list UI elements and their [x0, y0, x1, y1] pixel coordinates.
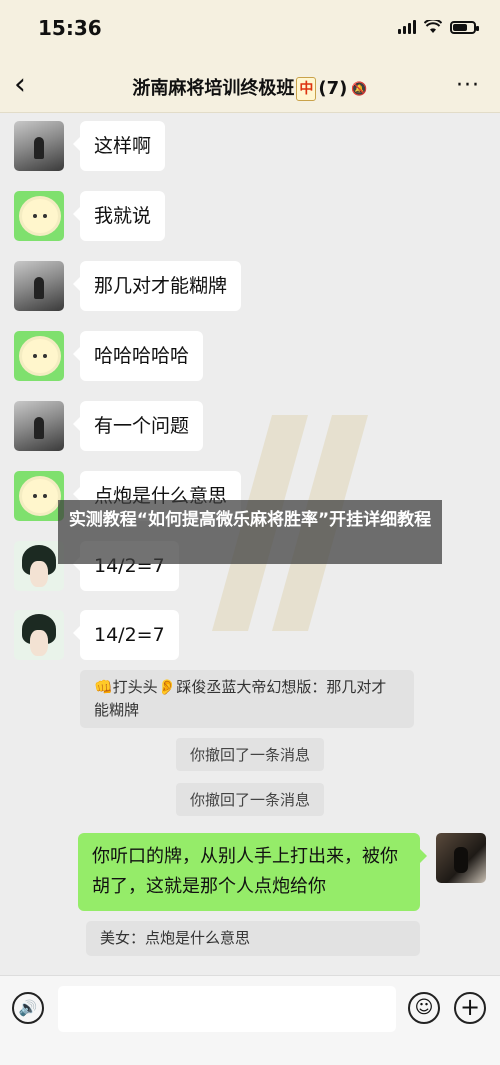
message-row: 有一个问题: [14, 401, 204, 451]
chat-title: 浙南麻将培训终极班中 (7) 🔕: [0, 74, 500, 101]
overlay-banner: 实测教程“如何提高微乐麻将胜率”开挂详细教程: [58, 500, 442, 564]
system-notice: 你撤回了一条消息: [0, 738, 500, 771]
message-row: 这样啊: [14, 121, 166, 171]
member-count: (7): [318, 78, 348, 99]
avatar[interactable]: [14, 541, 64, 591]
voice-icon[interactable]: 🔊: [12, 992, 44, 1024]
avatar[interactable]: [14, 471, 64, 521]
wifi-icon: [424, 20, 442, 33]
self-message-row: 你听口的牌，从别人手上打出来，被你胡了，这就是那个人点炮给你: [78, 833, 486, 911]
quoted-message[interactable]: 美女：点炮是什么意思: [86, 921, 420, 956]
group-name: 浙南麻将培训终极班: [132, 78, 295, 99]
status-bar: 15:36: [0, 0, 500, 60]
more-options-button[interactable]: ···: [456, 73, 480, 98]
plus-icon[interactable]: +: [454, 992, 486, 1024]
message-bubble[interactable]: 我就说: [72, 191, 166, 241]
message-row: 我就说: [14, 191, 166, 241]
message-row: 哈哈哈哈哈: [14, 331, 204, 381]
message-row: 14/2=7: [14, 610, 179, 660]
message-bubble[interactable]: 那几对才能糊牌: [72, 261, 242, 311]
mahjong-tile-icon: 中: [296, 77, 317, 101]
battery-icon: [450, 20, 479, 34]
message-bubble[interactable]: 有一个问题: [72, 401, 204, 451]
self-message-bubble[interactable]: 你听口的牌，从别人手上打出来，被你胡了，这就是那个人点炮给你: [78, 833, 427, 911]
mute-bell-icon: 🔕: [351, 81, 368, 97]
recall-notice: 你撤回了一条消息: [175, 738, 324, 771]
avatar[interactable]: [14, 261, 64, 311]
signal-icon: [398, 20, 416, 34]
status-time: 15:36: [38, 16, 102, 40]
input-bar: 🔊 ☺ +: [0, 975, 500, 1065]
message-bubble[interactable]: 哈哈哈哈哈: [72, 331, 204, 381]
recall-notice: 你撤回了一条消息: [175, 783, 324, 816]
avatar[interactable]: [14, 121, 64, 171]
avatar[interactable]: [14, 331, 64, 381]
avatar[interactable]: [14, 401, 64, 451]
message-input[interactable]: [58, 986, 396, 1032]
quoted-message[interactable]: 👊打头头👂踩俊丞蓝大帝幻想版：那几对才能糊牌: [80, 670, 414, 728]
message-row: 那几对才能糊牌: [14, 261, 242, 311]
self-avatar[interactable]: [436, 833, 486, 883]
system-notice: 你撤回了一条消息: [0, 783, 500, 816]
chat-header: ‹ 浙南麻将培训终极班中 (7) 🔕 ···: [0, 60, 500, 113]
message-bubble[interactable]: 这样啊: [72, 121, 166, 171]
avatar[interactable]: [14, 191, 64, 241]
status-icons: [398, 20, 479, 34]
emoji-icon[interactable]: ☺: [408, 992, 440, 1024]
avatar[interactable]: [14, 610, 64, 660]
message-bubble[interactable]: 14/2=7: [73, 610, 179, 660]
